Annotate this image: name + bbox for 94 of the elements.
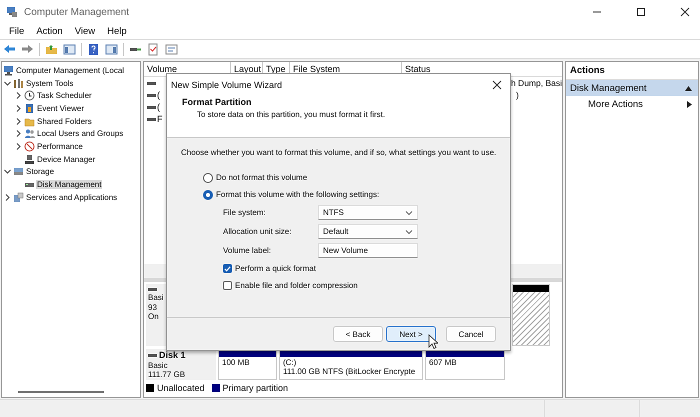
field-label: File system: — [223, 208, 267, 217]
chevron-right-icon[interactable] — [14, 104, 23, 113]
disk-info: 93 — [148, 302, 158, 312]
forward-arrow-icon[interactable] — [21, 42, 34, 56]
dialog-title: New Simple Volume Wizard — [171, 80, 282, 90]
pointer-icon — [428, 334, 438, 349]
page-description: To store data on this partition, you must format it first. — [196, 110, 386, 119]
device-icon — [24, 154, 35, 165]
chevron-down-icon[interactable] — [3, 167, 12, 176]
pane-icon[interactable] — [105, 42, 118, 56]
table-cell: ( — [157, 90, 160, 100]
services-icon — [13, 192, 24, 203]
radio-button[interactable] — [203, 190, 213, 200]
field-label: Allocation unit size: — [223, 227, 292, 236]
properties-icon[interactable] — [165, 42, 178, 56]
chevron-down-icon — [405, 228, 413, 234]
disk-info: Basi — [148, 293, 165, 302]
chevron-right-icon[interactable] — [14, 116, 23, 126]
maximize-icon[interactable] — [636, 7, 646, 17]
disk-info: 111.77 GB — [148, 370, 186, 380]
tree-item[interactable]: Storage — [25, 167, 56, 176]
chevron-right-icon[interactable] — [14, 129, 23, 138]
disk-info: On — [148, 312, 160, 322]
chevron-down-icon[interactable] — [3, 78, 12, 88]
partition[interactable] — [512, 284, 550, 346]
actions-menu-entry[interactable]: More Actions — [566, 96, 698, 112]
option-label: Format this volume with the following settings: — [216, 190, 380, 199]
tree-item[interactable]: Services and Applications — [25, 192, 118, 202]
checklist-icon[interactable] — [147, 42, 160, 56]
close-icon[interactable] — [680, 7, 690, 17]
tree-item[interactable]: Performance — [36, 142, 84, 151]
dropdown[interactable]: NTFS — [318, 205, 418, 220]
caret-up-icon — [685, 86, 692, 90]
clock-icon — [24, 90, 35, 102]
menu-item[interactable]: View — [74, 26, 96, 37]
storage-icon — [13, 166, 24, 178]
tree-item[interactable]: System Tools — [25, 78, 74, 88]
table-cell: h Dump, Basi — [510, 78, 562, 88]
app-icon — [6, 6, 18, 18]
partition-info: 111.00 GB NTFS (BitLocker Encrypte — [283, 367, 416, 376]
wizard-button[interactable]: < Back — [333, 326, 383, 342]
chevron-right-icon[interactable] — [3, 192, 12, 202]
instruction-text: Choose whether you want to format this volume, and if so, what settings you want to use. — [181, 148, 498, 157]
menu-item[interactable]: Action — [36, 26, 63, 37]
tree-item[interactable]: Disk Management — [36, 180, 102, 190]
computer-icon — [3, 64, 14, 76]
caret-right-icon — [687, 100, 692, 108]
window-title: Computer Management — [24, 6, 130, 18]
disk-name: Disk 1 — [159, 351, 186, 360]
radio-button[interactable] — [203, 172, 213, 182]
option-label: Do not format this volume — [216, 173, 308, 182]
tree-item[interactable]: Task Scheduler — [36, 91, 93, 100]
scrollbar-thumb[interactable] — [18, 391, 104, 393]
log-icon — [24, 102, 35, 114]
checkbox-label: Enable file and folder compression — [235, 281, 358, 290]
close-icon[interactable] — [492, 80, 502, 90]
users-icon — [24, 128, 35, 140]
dropdown[interactable]: Default — [318, 224, 418, 239]
tree-item[interactable]: Event Viewer — [36, 104, 85, 113]
folder-icon — [24, 116, 35, 127]
wizard-button[interactable]: Next > — [386, 326, 436, 342]
help-icon[interactable] — [87, 42, 100, 56]
menu-item[interactable]: Help — [107, 26, 127, 37]
legend-label: Primary partition — [222, 383, 288, 393]
tree-item[interactable]: Local Users and Groups — [36, 129, 124, 138]
checkbox-label: Perform a quick format — [235, 264, 316, 273]
partition-info: 100 MB — [222, 358, 251, 367]
chevron-right-icon[interactable] — [14, 91, 23, 100]
tree-item[interactable]: Device Manager — [36, 154, 96, 164]
back-arrow-icon[interactable] — [3, 42, 16, 56]
partition-info: 607 MB — [429, 358, 458, 367]
page-heading: Format Partition — [182, 97, 253, 107]
tree-item[interactable]: Shared Folders — [36, 116, 93, 126]
disk-info: Basic — [148, 360, 169, 370]
tree-item[interactable]: Computer Management (Local — [15, 66, 126, 75]
table-cell: ) — [516, 90, 519, 100]
partition-info: (C:) — [283, 358, 298, 367]
pane-icon[interactable] — [63, 42, 76, 56]
chevron-right-icon[interactable] — [14, 142, 23, 151]
checkbox[interactable] — [223, 264, 232, 273]
toolbox-icon — [13, 78, 24, 89]
actions-section-header[interactable]: Disk Management — [566, 80, 698, 96]
table-cell: ( — [157, 102, 160, 112]
field-label: Volume label: — [223, 246, 272, 255]
chevron-down-icon — [405, 210, 413, 216]
input-field[interactable]: New Volume — [318, 243, 418, 258]
gauge-icon — [24, 140, 35, 152]
table-cell: F — [157, 114, 162, 124]
checkbox[interactable] — [223, 281, 232, 290]
legend-label: Unallocated — [157, 383, 205, 393]
column-header[interactable]: Status — [402, 62, 562, 76]
menu-item[interactable]: File — [9, 26, 24, 37]
wizard-button[interactable]: Cancel — [446, 326, 496, 342]
folder-icon[interactable] — [45, 42, 58, 56]
